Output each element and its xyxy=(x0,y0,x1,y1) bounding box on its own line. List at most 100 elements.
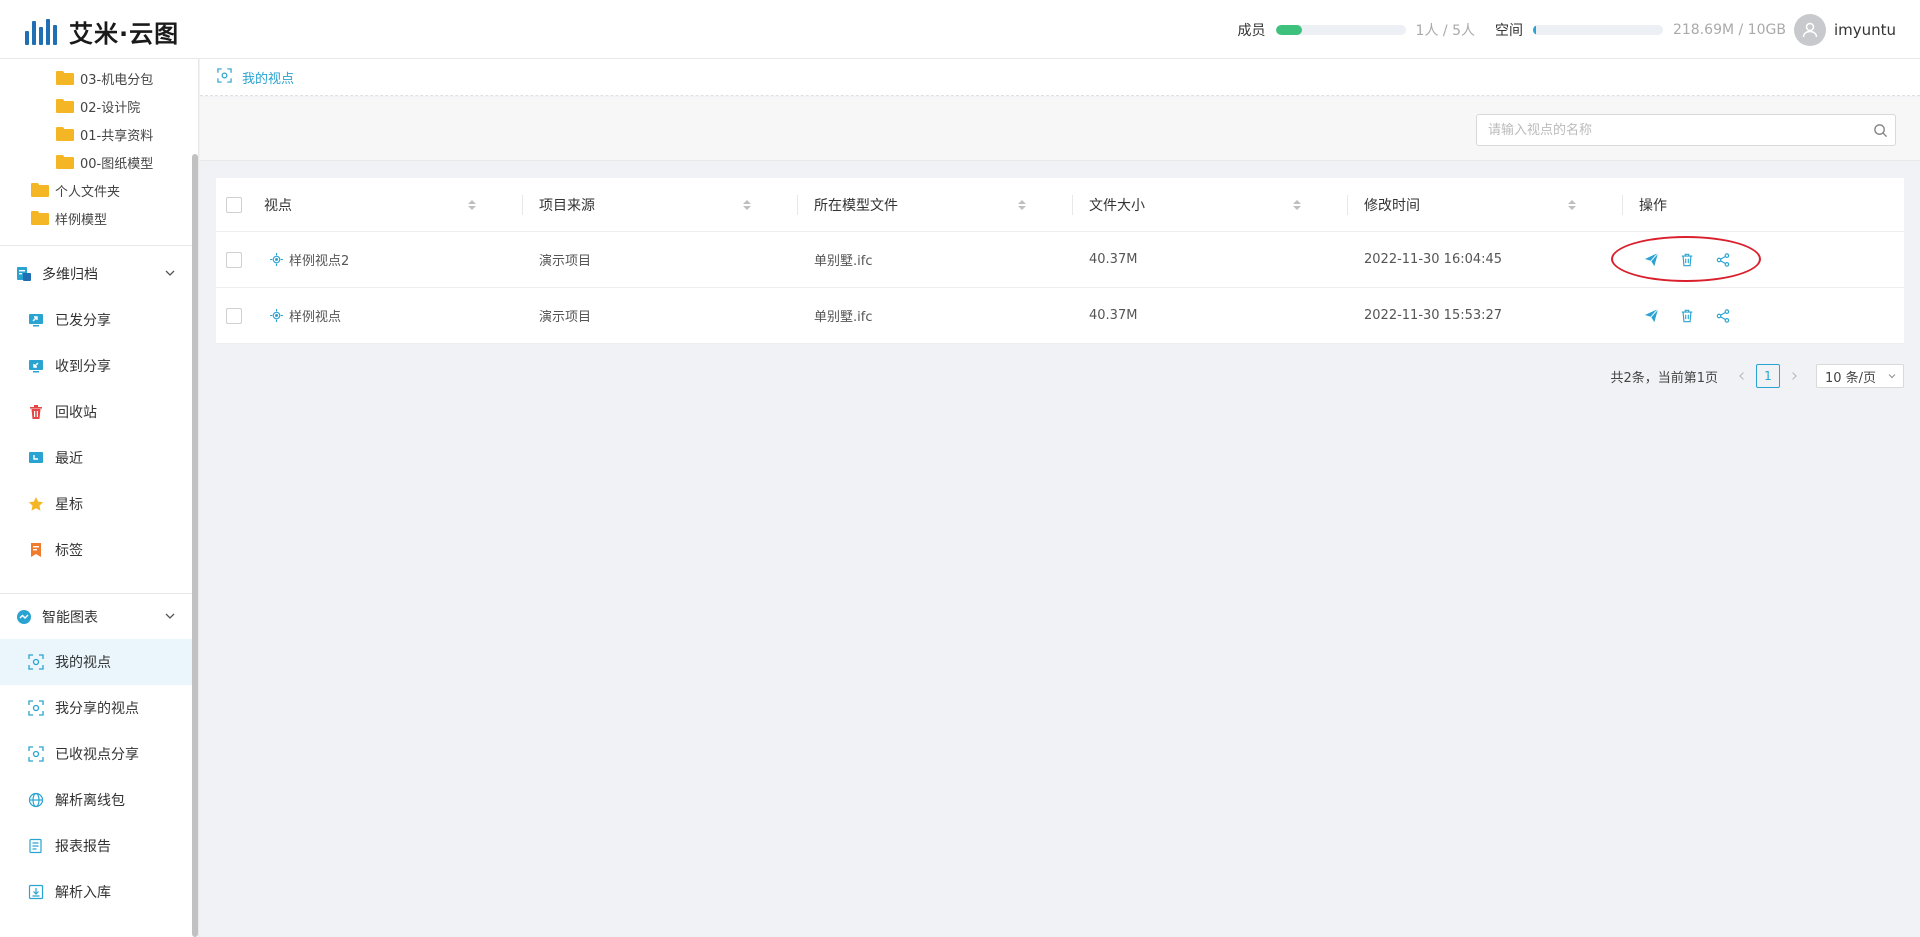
folder-icon xyxy=(31,211,49,225)
avatar[interactable] xyxy=(1793,13,1826,46)
next-page-button[interactable] xyxy=(1782,364,1806,388)
viewpoint-received-icon xyxy=(28,746,44,762)
sort-icon[interactable] xyxy=(1293,199,1301,210)
breadcrumb: 我的视点 xyxy=(200,59,1920,96)
viewpoint-icon xyxy=(28,654,44,670)
sidebar-scrollbar[interactable] xyxy=(192,154,198,937)
folder-label: 03-机电分包 xyxy=(80,72,154,88)
sidebar-item-label: 我的视点 xyxy=(55,655,111,671)
column-header-project[interactable]: 项目来源 xyxy=(539,178,765,231)
folder-label: 01-共享资料 xyxy=(80,128,154,144)
sidebar-item-my-viewpoints[interactable]: 我的视点 xyxy=(0,639,193,685)
column-header-modified[interactable]: 修改时间 xyxy=(1364,178,1590,231)
column-header-actions: 操作 xyxy=(1639,178,1667,231)
viewpoint-name[interactable]: 样例视点 xyxy=(289,306,341,325)
prev-page-button[interactable] xyxy=(1730,364,1754,388)
sort-icon[interactable] xyxy=(468,199,476,210)
column-header-file-size[interactable]: 文件大小 xyxy=(1089,178,1315,231)
send-button[interactable] xyxy=(1640,305,1662,327)
modified-time: 2022-11-30 16:04:45 xyxy=(1364,252,1503,267)
column-header-viewpoint[interactable]: 视点 xyxy=(264,178,490,231)
table-row[interactable]: 样例视点 演示项目 单别墅.ifc 40.37M 2022-11-30 15:5… xyxy=(216,288,1904,344)
sidebar-item-received-viewpoints[interactable]: 已收视点分享 xyxy=(0,731,193,777)
sidebar: 03-机电分包 02-设计院 01-共享资料 00-图纸模型 个人文件夹 样例模… xyxy=(0,59,199,937)
sidebar-item-import[interactable]: 解析入库 xyxy=(0,869,193,915)
row-checkbox[interactable] xyxy=(226,251,242,268)
folder-item[interactable]: 样例模型 xyxy=(31,206,107,230)
report-icon xyxy=(28,838,44,854)
app-logo[interactable]: 艾米·云图 xyxy=(25,14,179,49)
trash-icon xyxy=(1681,309,1693,322)
viewpoint-name[interactable]: 样例视点2 xyxy=(289,250,349,269)
breadcrumb-current[interactable]: 我的视点 xyxy=(242,68,294,87)
chevron-down-icon xyxy=(165,613,175,619)
folder-item[interactable]: 00-图纸模型 xyxy=(56,150,153,174)
sidebar-item-label: 已收视点分享 xyxy=(55,747,139,763)
page-number-button[interactable]: 1 xyxy=(1756,364,1780,388)
tag-icon xyxy=(28,542,44,558)
username[interactable]: imyuntu xyxy=(1834,21,1896,39)
page-size-value: 10 条/页 xyxy=(1825,370,1877,386)
folder-item[interactable]: 个人文件夹 xyxy=(31,178,120,202)
smart-chart-icon xyxy=(16,609,32,625)
members-progress-bar xyxy=(1275,24,1406,35)
sidebar-item-label: 最近 xyxy=(55,451,83,467)
folder-item[interactable]: 02-设计院 xyxy=(56,94,140,118)
select-all-checkbox[interactable] xyxy=(226,196,242,213)
viewpoint-table: 视点 项目来源 所在模型文件 文件大小 修改时间 操作 样例视点2 演示项目 单… xyxy=(216,178,1904,344)
model-file: 单别墅.ifc xyxy=(814,254,873,269)
send-icon xyxy=(1644,308,1658,323)
sidebar-item-offline-package[interactable]: 解析离线包 xyxy=(0,777,193,823)
sidebar-item-sent-shares[interactable]: 已发分享 xyxy=(0,297,193,343)
row-checkbox[interactable] xyxy=(226,307,242,324)
group-head-smart-charts[interactable]: 智能图表 xyxy=(0,597,193,637)
share-button[interactable] xyxy=(1712,305,1734,327)
sidebar-item-trash[interactable]: 回收站 xyxy=(0,389,193,435)
folder-label: 02-设计院 xyxy=(80,100,141,116)
column-label: 项目来源 xyxy=(539,197,595,214)
folder-item[interactable]: 01-共享资料 xyxy=(56,122,153,146)
trash-icon xyxy=(1681,253,1693,266)
sidebar-item-label: 我分享的视点 xyxy=(55,701,139,717)
group-label: 多维归档 xyxy=(42,267,98,283)
table-row[interactable]: 样例视点2 演示项目 单别墅.ifc 40.37M 2022-11-30 16:… xyxy=(216,232,1904,288)
project-source: 演示项目 xyxy=(539,310,592,325)
toolbar xyxy=(200,97,1920,161)
sidebar-item-received-shares[interactable]: 收到分享 xyxy=(0,343,193,389)
sidebar-item-shared-viewpoints[interactable]: 我分享的视点 xyxy=(0,685,193,731)
folder-icon xyxy=(56,155,74,169)
target-icon xyxy=(270,309,283,322)
folder-icon xyxy=(56,99,74,113)
sort-icon[interactable] xyxy=(1568,199,1576,210)
sort-icon[interactable] xyxy=(1018,199,1026,210)
column-label: 视点 xyxy=(264,197,292,214)
chevron-down-icon xyxy=(1888,374,1896,379)
delete-button[interactable] xyxy=(1676,305,1698,327)
sidebar-item-reports[interactable]: 报表报告 xyxy=(0,823,193,869)
page-size-select[interactable]: 10 条/页 xyxy=(1816,364,1904,388)
share-received-icon xyxy=(28,358,44,374)
model-file: 单别墅.ifc xyxy=(814,310,873,325)
send-button[interactable] xyxy=(1640,249,1662,271)
column-label: 操作 xyxy=(1639,197,1667,214)
share-icon xyxy=(1716,308,1730,323)
modified-time: 2022-11-30 15:53:27 xyxy=(1364,308,1503,323)
sidebar-item-starred[interactable]: 星标 xyxy=(0,481,193,527)
search-icon[interactable] xyxy=(1865,123,1895,138)
delete-button[interactable] xyxy=(1676,249,1698,271)
folder-label: 个人文件夹 xyxy=(55,184,121,200)
search-input[interactable] xyxy=(1477,115,1865,145)
folder-item[interactable]: 03-机电分包 xyxy=(56,66,153,90)
share-button[interactable] xyxy=(1712,249,1734,271)
viewpoint-share-icon xyxy=(28,700,44,716)
column-label: 修改时间 xyxy=(1364,197,1420,214)
share-icon xyxy=(1716,252,1730,267)
chevron-left-icon xyxy=(1739,372,1744,380)
group-head-archive[interactable]: 多维归档 xyxy=(0,254,193,294)
sort-icon[interactable] xyxy=(743,199,751,210)
sidebar-item-label: 报表报告 xyxy=(55,839,111,855)
column-header-model-file[interactable]: 所在模型文件 xyxy=(814,178,1040,231)
viewpoint-icon xyxy=(217,67,232,87)
sidebar-item-recent[interactable]: 最近 xyxy=(0,435,193,481)
sidebar-item-tags[interactable]: 标签 xyxy=(0,527,193,573)
